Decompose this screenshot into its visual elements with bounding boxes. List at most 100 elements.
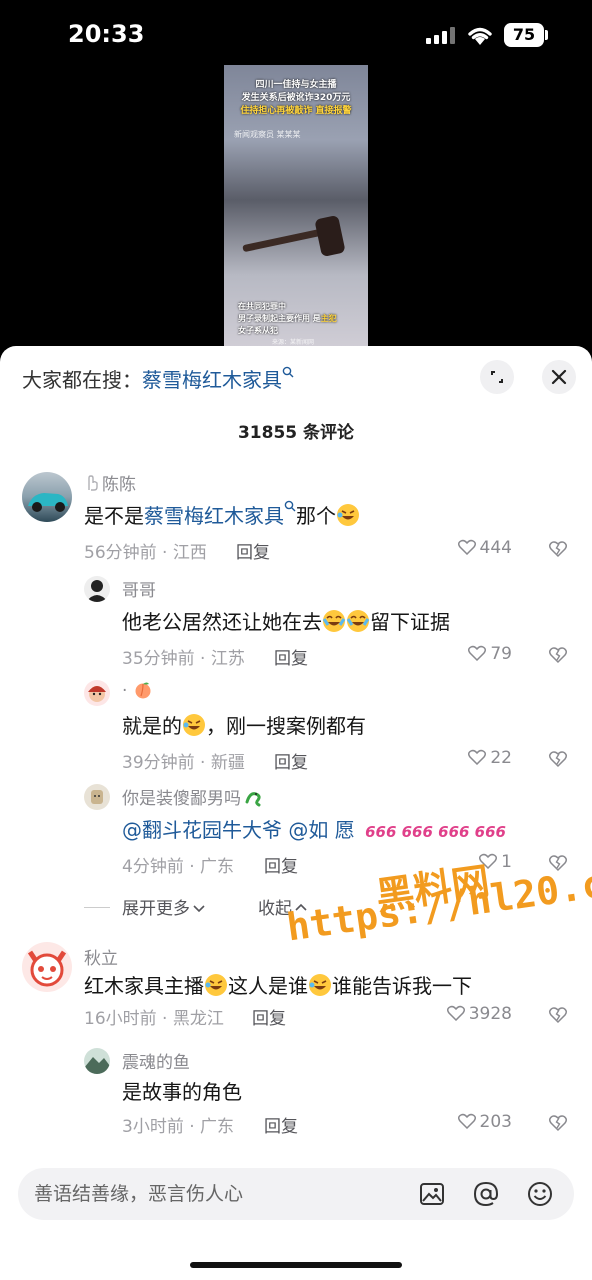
- gavel-image: [242, 216, 345, 256]
- comment-text: 是不是蔡雪梅红木家具 那个: [84, 500, 360, 529]
- crying-laughing-emoji-icon: [346, 610, 370, 632]
- avatar[interactable]: [22, 942, 72, 992]
- trending-search-term[interactable]: 蔡雪梅红木家具: [142, 368, 282, 392]
- avatar-image: [91, 790, 103, 804]
- divider: [84, 907, 110, 908]
- cartoon-avatar-image: [27, 950, 67, 987]
- heart-icon: [468, 749, 487, 765]
- hand-icon: [88, 475, 98, 491]
- dislike-icon[interactable]: [548, 538, 568, 558]
- avatar[interactable]: [84, 680, 110, 706]
- status-time: 20:33: [68, 20, 145, 48]
- battery-tip: [545, 30, 548, 40]
- like-button[interactable]: 203: [432, 1112, 512, 1132]
- comment-text: 红木家具主播 这人是谁 谁能告诉我一下: [84, 974, 472, 998]
- comment-input[interactable]: 善语结善缘，恶言伤人心: [18, 1168, 574, 1220]
- status-bar: 20:33 75: [0, 0, 592, 70]
- video-footer: 来源：某新闻网: [272, 339, 315, 346]
- reply-item: 震魂的鱼 是故事的角色 3小时前 · 广东 回复 203: [0, 1046, 592, 1146]
- search-link[interactable]: 蔡雪梅红木家具: [144, 504, 284, 528]
- comment-text: @翻斗花园牛大爷 @如 愿 666 666 666 666: [122, 814, 506, 843]
- like-count: 444: [479, 538, 512, 558]
- reply-button[interactable]: 回复: [236, 538, 270, 563]
- avatar[interactable]: [22, 472, 72, 522]
- heart-icon: [446, 1005, 465, 1021]
- comment-sheet: 大家都在搜：蔡雪梅红木家具 31855 条评论 陈陈 是不是蔡雪梅红木家具 那个 …: [0, 346, 592, 1280]
- heart-icon: [457, 539, 476, 555]
- avatar[interactable]: [84, 1048, 110, 1074]
- comment-text: 是故事的角色: [122, 1080, 242, 1104]
- comment-meta: 16小时前 · 黑龙江: [84, 1009, 224, 1029]
- image-icon[interactable]: [418, 1180, 446, 1208]
- crying-laughing-emoji-icon: [322, 610, 346, 632]
- cellular-signal-icon: [426, 26, 458, 44]
- laughing-emoji-icon: [183, 714, 205, 736]
- comment-meta: 3小时前 · 广东: [122, 1117, 235, 1137]
- video-subtitle: 新闻观察员 某某某: [234, 130, 301, 139]
- search-icon: [282, 366, 294, 378]
- chevron-down-icon: [193, 905, 205, 913]
- close-icon: [551, 369, 567, 385]
- comment-meta: 4分钟前 · 广东: [122, 857, 235, 877]
- comment-username[interactable]: 你是装傻鄙男吗: [122, 784, 264, 809]
- avatar[interactable]: [84, 784, 110, 810]
- trending-search[interactable]: 大家都在搜：蔡雪梅红木家具: [22, 366, 294, 394]
- like-button[interactable]: 3928: [432, 1004, 512, 1024]
- reply-item: · 就是的 ，刚一搜案例都有 39分钟前 · 新疆 回复 22: [0, 678, 592, 778]
- reply-item: 哥哥 他老公居然还让她在去 留下证据 35分钟前 · 江苏 回复 79: [0, 574, 592, 674]
- home-indicator: [190, 1262, 402, 1268]
- like-count: 79: [490, 644, 512, 664]
- comment-username[interactable]: ·: [122, 680, 153, 701]
- expand-icon: [491, 371, 503, 383]
- trending-search-prefix: 大家都在搜：: [22, 368, 142, 392]
- video-thumbnail[interactable]: 四川一佳持与女主播 发生关系后被讹诈320万元 住持担心再被敲诈 直接报警 新闻…: [224, 65, 368, 365]
- like-button[interactable]: 444: [432, 538, 512, 558]
- like-button[interactable]: 22: [432, 748, 512, 768]
- dislike-icon[interactable]: [548, 1112, 568, 1132]
- like-button[interactable]: 79: [432, 644, 512, 664]
- comment-text: 他老公居然还让她在去 留下证据: [122, 610, 450, 634]
- reply-button[interactable]: 回复: [264, 852, 298, 877]
- comments-count: 31855 条评论: [237, 423, 355, 443]
- avatar[interactable]: [84, 576, 110, 602]
- emoji-icon[interactable]: [526, 1180, 554, 1208]
- comment-text: 就是的 ，刚一搜案例都有: [122, 714, 366, 738]
- reply-button[interactable]: 回复: [274, 644, 308, 669]
- dislike-icon[interactable]: [548, 1004, 568, 1024]
- dislike-icon[interactable]: [548, 748, 568, 768]
- like-count: 22: [490, 748, 512, 768]
- laughing-emoji-icon: [205, 974, 227, 996]
- avatar-image: [86, 580, 108, 602]
- laughing-emoji-icon: [337, 504, 359, 526]
- avatar-image: [84, 1057, 110, 1074]
- reply-item: 你是装傻鄙男吗 @翻斗花园牛大爷 @如 愿 666 666 666 666 4分…: [0, 782, 592, 882]
- expand-more-button[interactable]: 展开更多: [122, 894, 206, 919]
- battery-indicator: 75: [504, 23, 544, 47]
- mention-icon[interactable]: [472, 1180, 500, 1208]
- avatar-image: [88, 686, 106, 702]
- comment-meta: 39分钟前 · 新疆: [122, 753, 245, 773]
- heart-icon: [457, 1113, 476, 1129]
- reply-button[interactable]: 回复: [264, 1112, 298, 1137]
- reply-button[interactable]: 回复: [252, 1004, 286, 1029]
- comment-username[interactable]: 秋立: [84, 944, 118, 969]
- like-count: 203: [479, 1112, 512, 1132]
- wifi-icon: [468, 27, 492, 45]
- sticker-666: 666 666 666 666: [365, 823, 506, 841]
- car-avatar-image: [28, 493, 68, 512]
- comment-username[interactable]: 陈陈: [102, 470, 136, 495]
- comment-input-placeholder: 善语结善缘，恶言伤人心: [34, 1183, 244, 1205]
- expand-button[interactable]: [480, 360, 514, 394]
- comment-username[interactable]: 哥哥: [122, 576, 156, 601]
- video-title-overlay: 四川一佳持与女主播 发生关系后被讹诈320万元 住持担心再被敲诈 直接报警: [240, 80, 352, 116]
- peach-emoji-icon: [135, 682, 151, 699]
- laughing-emoji-icon: [309, 974, 331, 996]
- close-button[interactable]: [542, 360, 576, 394]
- comment-item: 秋立 红木家具主播 这人是谁 谁能告诉我一下 16小时前 · 黑龙江 回复 3928: [0, 942, 592, 1042]
- dislike-icon[interactable]: [548, 644, 568, 664]
- dragon-emoji-icon: [245, 792, 261, 807]
- comment-username[interactable]: 震魂的鱼: [122, 1048, 190, 1073]
- reply-button[interactable]: 回复: [274, 748, 308, 773]
- comment-meta: 56分钟前 · 江西: [84, 543, 207, 563]
- mention-link[interactable]: @翻斗花园牛大爷 @如 愿: [122, 818, 355, 842]
